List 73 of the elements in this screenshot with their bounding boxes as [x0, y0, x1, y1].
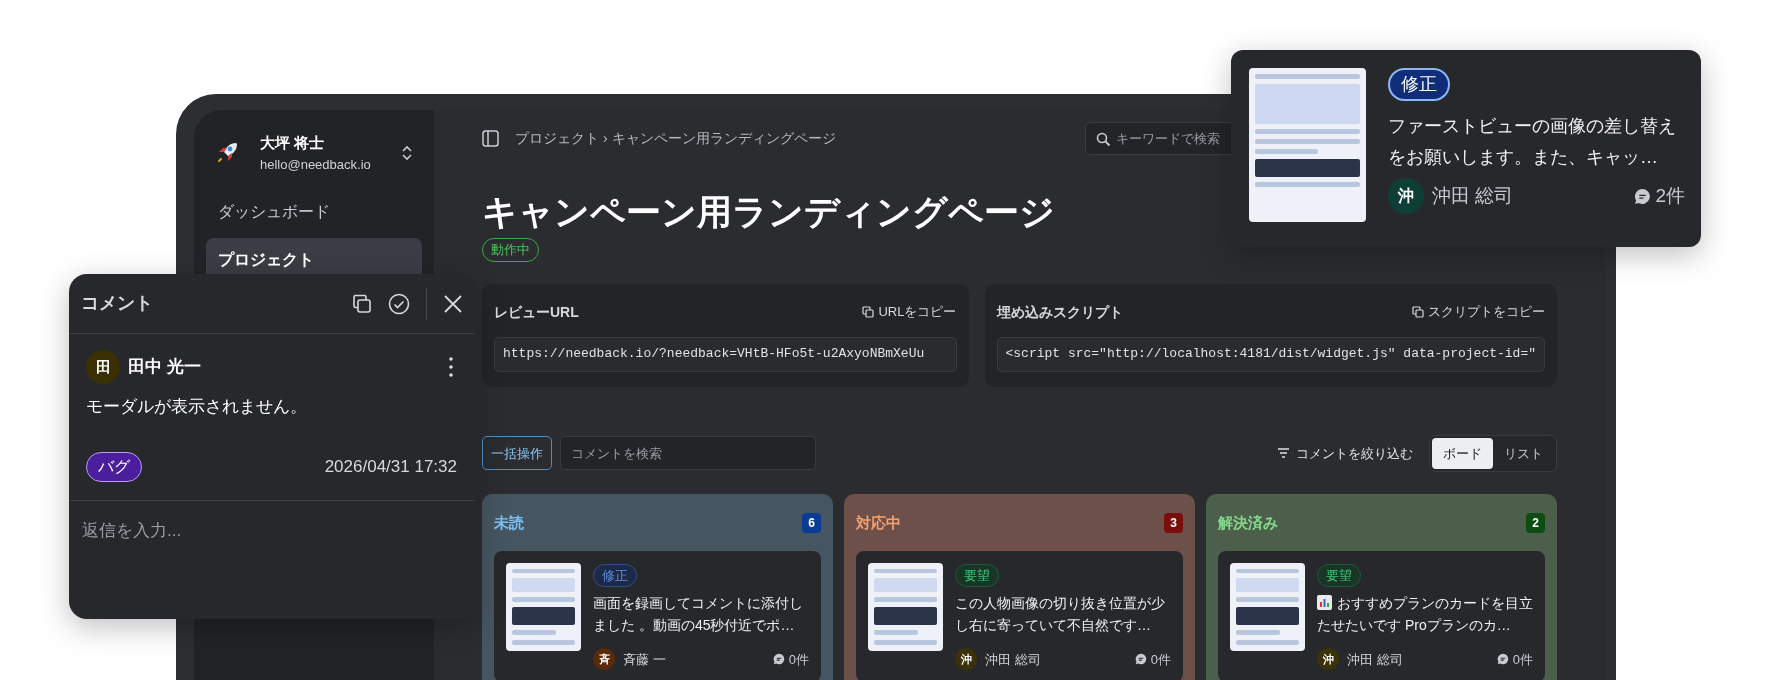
comment-count: 0件: [1150, 650, 1171, 669]
comment-card[interactable]: 修正 画面を録画してコメントに添付しました 。動画の45秒付近でポ… 斉 斉藤 一 0件: [494, 550, 821, 680]
copy-icon: [1412, 306, 1424, 318]
code-field[interactable]: https://needback.io/?needback=VHtB-HFo5t-u2AxyoNBmXeUu: [494, 336, 957, 372]
tag-label: バグ: [86, 451, 142, 482]
author-name: 沖田 総司: [985, 650, 1041, 669]
comment-preview-tooltip[interactable]: 修正 ファーストビューの画像の差し替えをお願いします。また、キャッ… 沖 沖田 総司 2件: [1231, 50, 1701, 247]
avatar: 沖: [1388, 178, 1424, 215]
sidebar-toggle-icon[interactable]: [482, 130, 499, 147]
author-name: 田中 光一: [128, 356, 201, 379]
tag-label: 要望: [1317, 563, 1361, 587]
view-tab[interactable]: リスト: [1493, 437, 1554, 469]
more-button[interactable]: [449, 357, 453, 377]
nav-item[interactable]: ダッシュボード: [206, 190, 422, 234]
resolve-button[interactable]: [388, 292, 410, 315]
page-title: キャンペーン用ランディングページ: [482, 191, 1055, 233]
filter-button[interactable]: コメントを絞り込む: [1277, 443, 1413, 463]
column-title: 対応中: [856, 513, 901, 533]
comment-text: おすすめプランのカードを目立たせたいです Proプランのカ…: [1317, 594, 1533, 635]
breadcrumb-item[interactable]: プロジェクト: [515, 128, 599, 149]
dialog-title: コメント: [81, 292, 153, 315]
comment-count: 0件: [1512, 650, 1533, 669]
author-name: 沖田 総司: [1432, 183, 1514, 208]
tag-label: 修正: [1388, 68, 1450, 101]
column-title: 解決済み: [1218, 513, 1278, 533]
breadcrumb-separator: ›: [603, 129, 608, 148]
count-badge: 6: [802, 513, 821, 534]
comment-count: 0件: [788, 650, 809, 669]
copy-button[interactable]: [352, 293, 372, 314]
comment-count: 2件: [1655, 183, 1685, 208]
tag-label: 修正: [593, 563, 637, 587]
copy-icon: [352, 293, 372, 314]
chevron-updown-icon[interactable]: [400, 144, 414, 162]
copy-icon: [862, 306, 875, 318]
column-title: 未読: [494, 513, 524, 533]
comment-text: ファーストビューの画像の差し替えをお願いします。また、キャッ…: [1388, 115, 1677, 169]
comment-icon: [772, 653, 785, 666]
avatar: 沖: [955, 648, 977, 671]
close-button[interactable]: [443, 293, 463, 314]
search-icon: [1096, 132, 1111, 147]
tag-label: 要望: [955, 563, 999, 587]
count-badge: 3: [1164, 513, 1183, 534]
comment-card[interactable]: 要望 おすすめプランのカードを目立たせたいです Proプランのカ… 沖 沖田 総司 0件: [1218, 550, 1545, 680]
copy-button[interactable]: スクリプトをコピー: [1412, 302, 1545, 322]
comment-text: 画面を録画してコメントに添付しました 。動画の45秒付近でポ…: [593, 594, 804, 635]
comment-icon: [1496, 653, 1509, 666]
avatar: 沖: [1317, 648, 1339, 671]
close-icon: [443, 293, 463, 314]
more-vertical-icon: [449, 357, 453, 377]
card-label: 埋め込みスクリプト: [996, 302, 1123, 322]
user-email: hello@needback.io: [260, 155, 372, 174]
bulk-action-button[interactable]: 一括操作: [482, 436, 552, 471]
comment-card[interactable]: 要望 この人物画像の切り抜き位置が少し右に寄っていて不自然です… 沖 沖田 総司 0件: [856, 550, 1183, 680]
comment-text: この人物画像の切り抜き位置が少し右に寄っていて不自然です…: [955, 594, 1166, 635]
comment-text: モーダルが表示されません。: [86, 396, 308, 418]
reply-field[interactable]: 返信を入力...: [80, 516, 380, 544]
author-name: 斉藤 一: [623, 650, 666, 669]
comment-icon: [1134, 653, 1147, 666]
filter-icon: [1277, 448, 1290, 459]
view-tab[interactable]: ボード: [1432, 437, 1493, 469]
user-name: 大坪 将士: [260, 133, 326, 153]
avatar: 斉: [593, 648, 615, 671]
avatar: 田: [86, 350, 120, 384]
check-circle-icon: [388, 292, 410, 315]
copy-button[interactable]: URLをコピー: [862, 302, 957, 322]
timestamp: 2026/04/31 17:32: [324, 455, 457, 478]
breadcrumb-item: キャンペーン用ランディングページ: [611, 129, 836, 148]
card-label: レビューURL: [494, 302, 579, 322]
comment-search-field[interactable]: コメントを検索: [560, 436, 816, 471]
count-badge: 2: [1526, 513, 1545, 534]
code-field[interactable]: <script src="http://localhost:4181/dist/widget.js" data-project-id=": [996, 336, 1545, 372]
comment-icon: [1634, 187, 1652, 205]
author-name: 沖田 総司: [1347, 650, 1403, 669]
